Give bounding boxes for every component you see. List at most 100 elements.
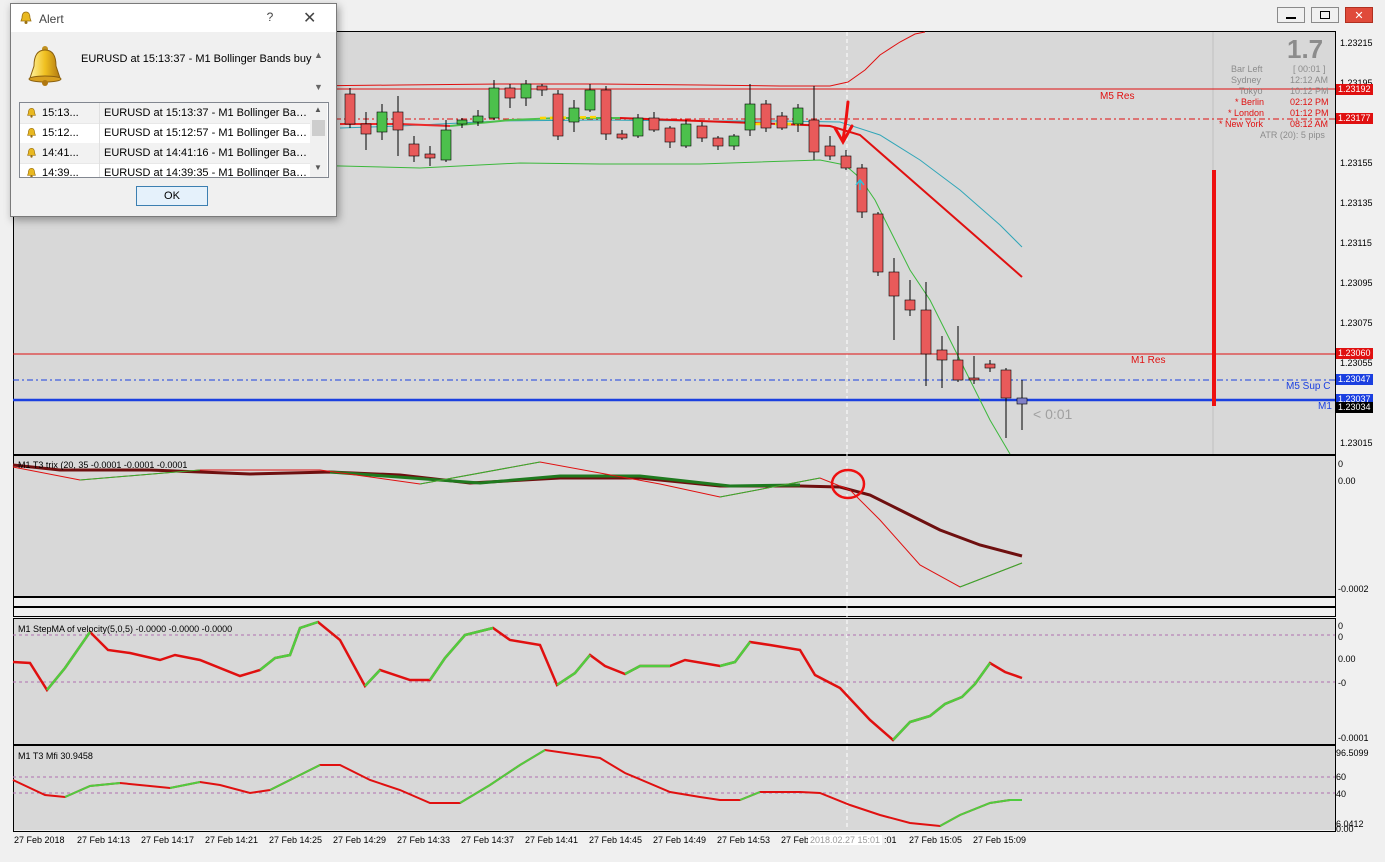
t3-axis-label: 0 <box>1338 459 1344 469</box>
candle <box>856 167 868 213</box>
scroll-up-icon[interactable]: ▲ <box>314 50 323 60</box>
panel-splitter[interactable] <box>13 608 1335 616</box>
list-item[interactable]: 15:13... EURUSD at 15:13:37 - M1 Bolling… <box>20 103 310 124</box>
candle <box>616 133 628 139</box>
time-axis-label: 27 Feb 14:49 <box>653 835 707 845</box>
alert-time: 15:12... <box>42 127 79 139</box>
info-value: 01:12 PM <box>1290 108 1329 118</box>
scroll-down-icon[interactable]: ▼ <box>314 82 323 92</box>
m5-res-label: M5 Res <box>1100 91 1135 102</box>
candle <box>712 137 724 147</box>
candle <box>424 153 436 159</box>
info-value: 08:12 AM <box>1290 119 1329 129</box>
candle <box>760 103 772 129</box>
m5-sup-label: M5 Sup C <box>1286 381 1331 392</box>
candle <box>392 111 404 131</box>
time-axis-label: 27 Feb 14:25 <box>269 835 323 845</box>
time-axis-label: 27 Feb 15:09 <box>973 835 1027 845</box>
candle <box>936 349 948 361</box>
candle <box>1016 397 1028 405</box>
mfi-axis-label: 96.5099 <box>1336 748 1369 758</box>
price-axis-label: 1.23055 <box>1340 358 1373 368</box>
candle <box>344 93 356 125</box>
candle <box>824 145 836 157</box>
alert-time: 14:39... <box>42 167 79 178</box>
alert-close-button[interactable]: ✕ <box>303 8 316 28</box>
candle <box>904 299 916 311</box>
bell-icon <box>19 11 33 28</box>
help-button[interactable]: ? <box>263 10 277 24</box>
mfi-panel[interactable] <box>13 746 1335 830</box>
time-axis-label: :01 <box>884 835 897 845</box>
list-item[interactable]: 14:39... EURUSD at 14:39:35 - M1 Bolling… <box>20 163 310 178</box>
alert-row-message: EURUSD at 15:12:57 - M1 Bollinger Band..… <box>104 127 309 139</box>
time-axis-label: 27 Feb <box>781 835 810 845</box>
scroll-up-icon[interactable]: ▲ <box>314 105 322 114</box>
candle <box>792 107 804 125</box>
time-axis-label: 27 Feb 14:33 <box>397 835 451 845</box>
mfi-axis-label: 60 <box>1336 772 1347 782</box>
t3-trix-panel[interactable] <box>13 456 1335 596</box>
candle <box>808 119 820 153</box>
candle <box>568 107 580 123</box>
list-scrollbar[interactable]: ▲ ▼ <box>310 103 327 177</box>
candle <box>952 359 964 381</box>
message-scrollbar[interactable]: ▲ ▼ <box>311 50 325 100</box>
alert-row-message: EURUSD at 14:41:16 - M1 Bollinger Band..… <box>104 147 309 159</box>
alert-history-list[interactable]: 15:13... EURUSD at 15:13:37 - M1 Bolling… <box>19 102 329 178</box>
stepma-axis-label: 0.00 <box>1338 654 1356 664</box>
info-value: 12:12 AM <box>1290 75 1329 85</box>
close-icon: ✕ <box>1354 9 1364 22</box>
scroll-thumb[interactable] <box>312 120 325 136</box>
list-item[interactable]: 15:12... EURUSD at 15:12:57 - M1 Bolling… <box>20 123 310 144</box>
time-axis-label: 27 Feb 14:13 <box>77 835 131 845</box>
alert-row-message: EURUSD at 14:39:35 - M1 Bollinger Band..… <box>104 167 309 178</box>
price-tag-current: 1.23034 <box>1336 402 1373 413</box>
candle <box>920 309 932 355</box>
candle <box>376 111 388 133</box>
price-tag-m5-sup: 1.23047 <box>1336 374 1373 385</box>
large-bell-icon <box>25 44 65 91</box>
alert-dialog[interactable]: Alert ? ✕ EURUSD at 15:13:37 - M1 Bollin… <box>10 3 337 217</box>
info-label: * New York <box>1219 119 1264 129</box>
candle <box>984 363 996 369</box>
bell-icon <box>26 167 37 177</box>
candle <box>504 87 516 99</box>
price-axis-label: 1.23215 <box>1340 38 1373 48</box>
price-axis-label: 1.23015 <box>1340 438 1373 448</box>
price-axis-label: 1.23135 <box>1340 198 1373 208</box>
alert-row-message: EURUSD at 15:13:37 - M1 Bollinger Band..… <box>104 107 309 119</box>
ok-button[interactable]: OK <box>136 186 208 206</box>
scroll-down-icon[interactable]: ▼ <box>314 163 322 172</box>
time-axis-label: 27 Feb 2018 <box>14 835 65 845</box>
list-item[interactable]: 14:41... EURUSD at 14:41:16 - M1 Bolling… <box>20 143 310 164</box>
stepma-axis-label: -0.0001 <box>1338 733 1369 743</box>
minimize-button[interactable] <box>1277 7 1305 23</box>
crosshair-time-label: 2018.02.27 15:01 <box>808 835 883 845</box>
candle <box>488 87 500 119</box>
stepma-axis-label: -0 <box>1338 678 1347 688</box>
price-axis-label: 1.23115 <box>1340 238 1372 248</box>
info-value: [ 00:01 ] <box>1293 64 1326 74</box>
restore-button[interactable] <box>1311 7 1339 23</box>
bell-icon <box>26 147 37 162</box>
panel-splitter[interactable] <box>13 598 1335 606</box>
t3-trix-title: M1 T3 trix (20, 35 -0.0001 -0.0001 -0.00… <box>18 460 188 470</box>
alert-time: 14:41... <box>42 147 79 159</box>
price-tag-m5-res-2: 1.23177 <box>1336 113 1373 124</box>
time-axis-label: 27 Feb 14:53 <box>717 835 771 845</box>
alert-titlebar[interactable]: Alert ? ✕ <box>11 4 336 32</box>
candle <box>552 93 564 137</box>
candle <box>872 213 884 273</box>
candle <box>776 115 788 129</box>
time-axis-label: 27 Feb 14:41 <box>525 835 579 845</box>
bell-icon <box>26 107 37 122</box>
alert-title: Alert <box>39 12 64 26</box>
time-axis-label: 27 Feb 14:37 <box>461 835 515 845</box>
candle <box>664 127 676 143</box>
time-axis-label: 27 Feb 14:21 <box>205 835 259 845</box>
close-window-button[interactable]: ✕ <box>1345 7 1373 23</box>
range-marker-bar <box>1212 170 1216 406</box>
price-axis-label: 1.23155 <box>1340 158 1373 168</box>
candle <box>968 377 980 381</box>
